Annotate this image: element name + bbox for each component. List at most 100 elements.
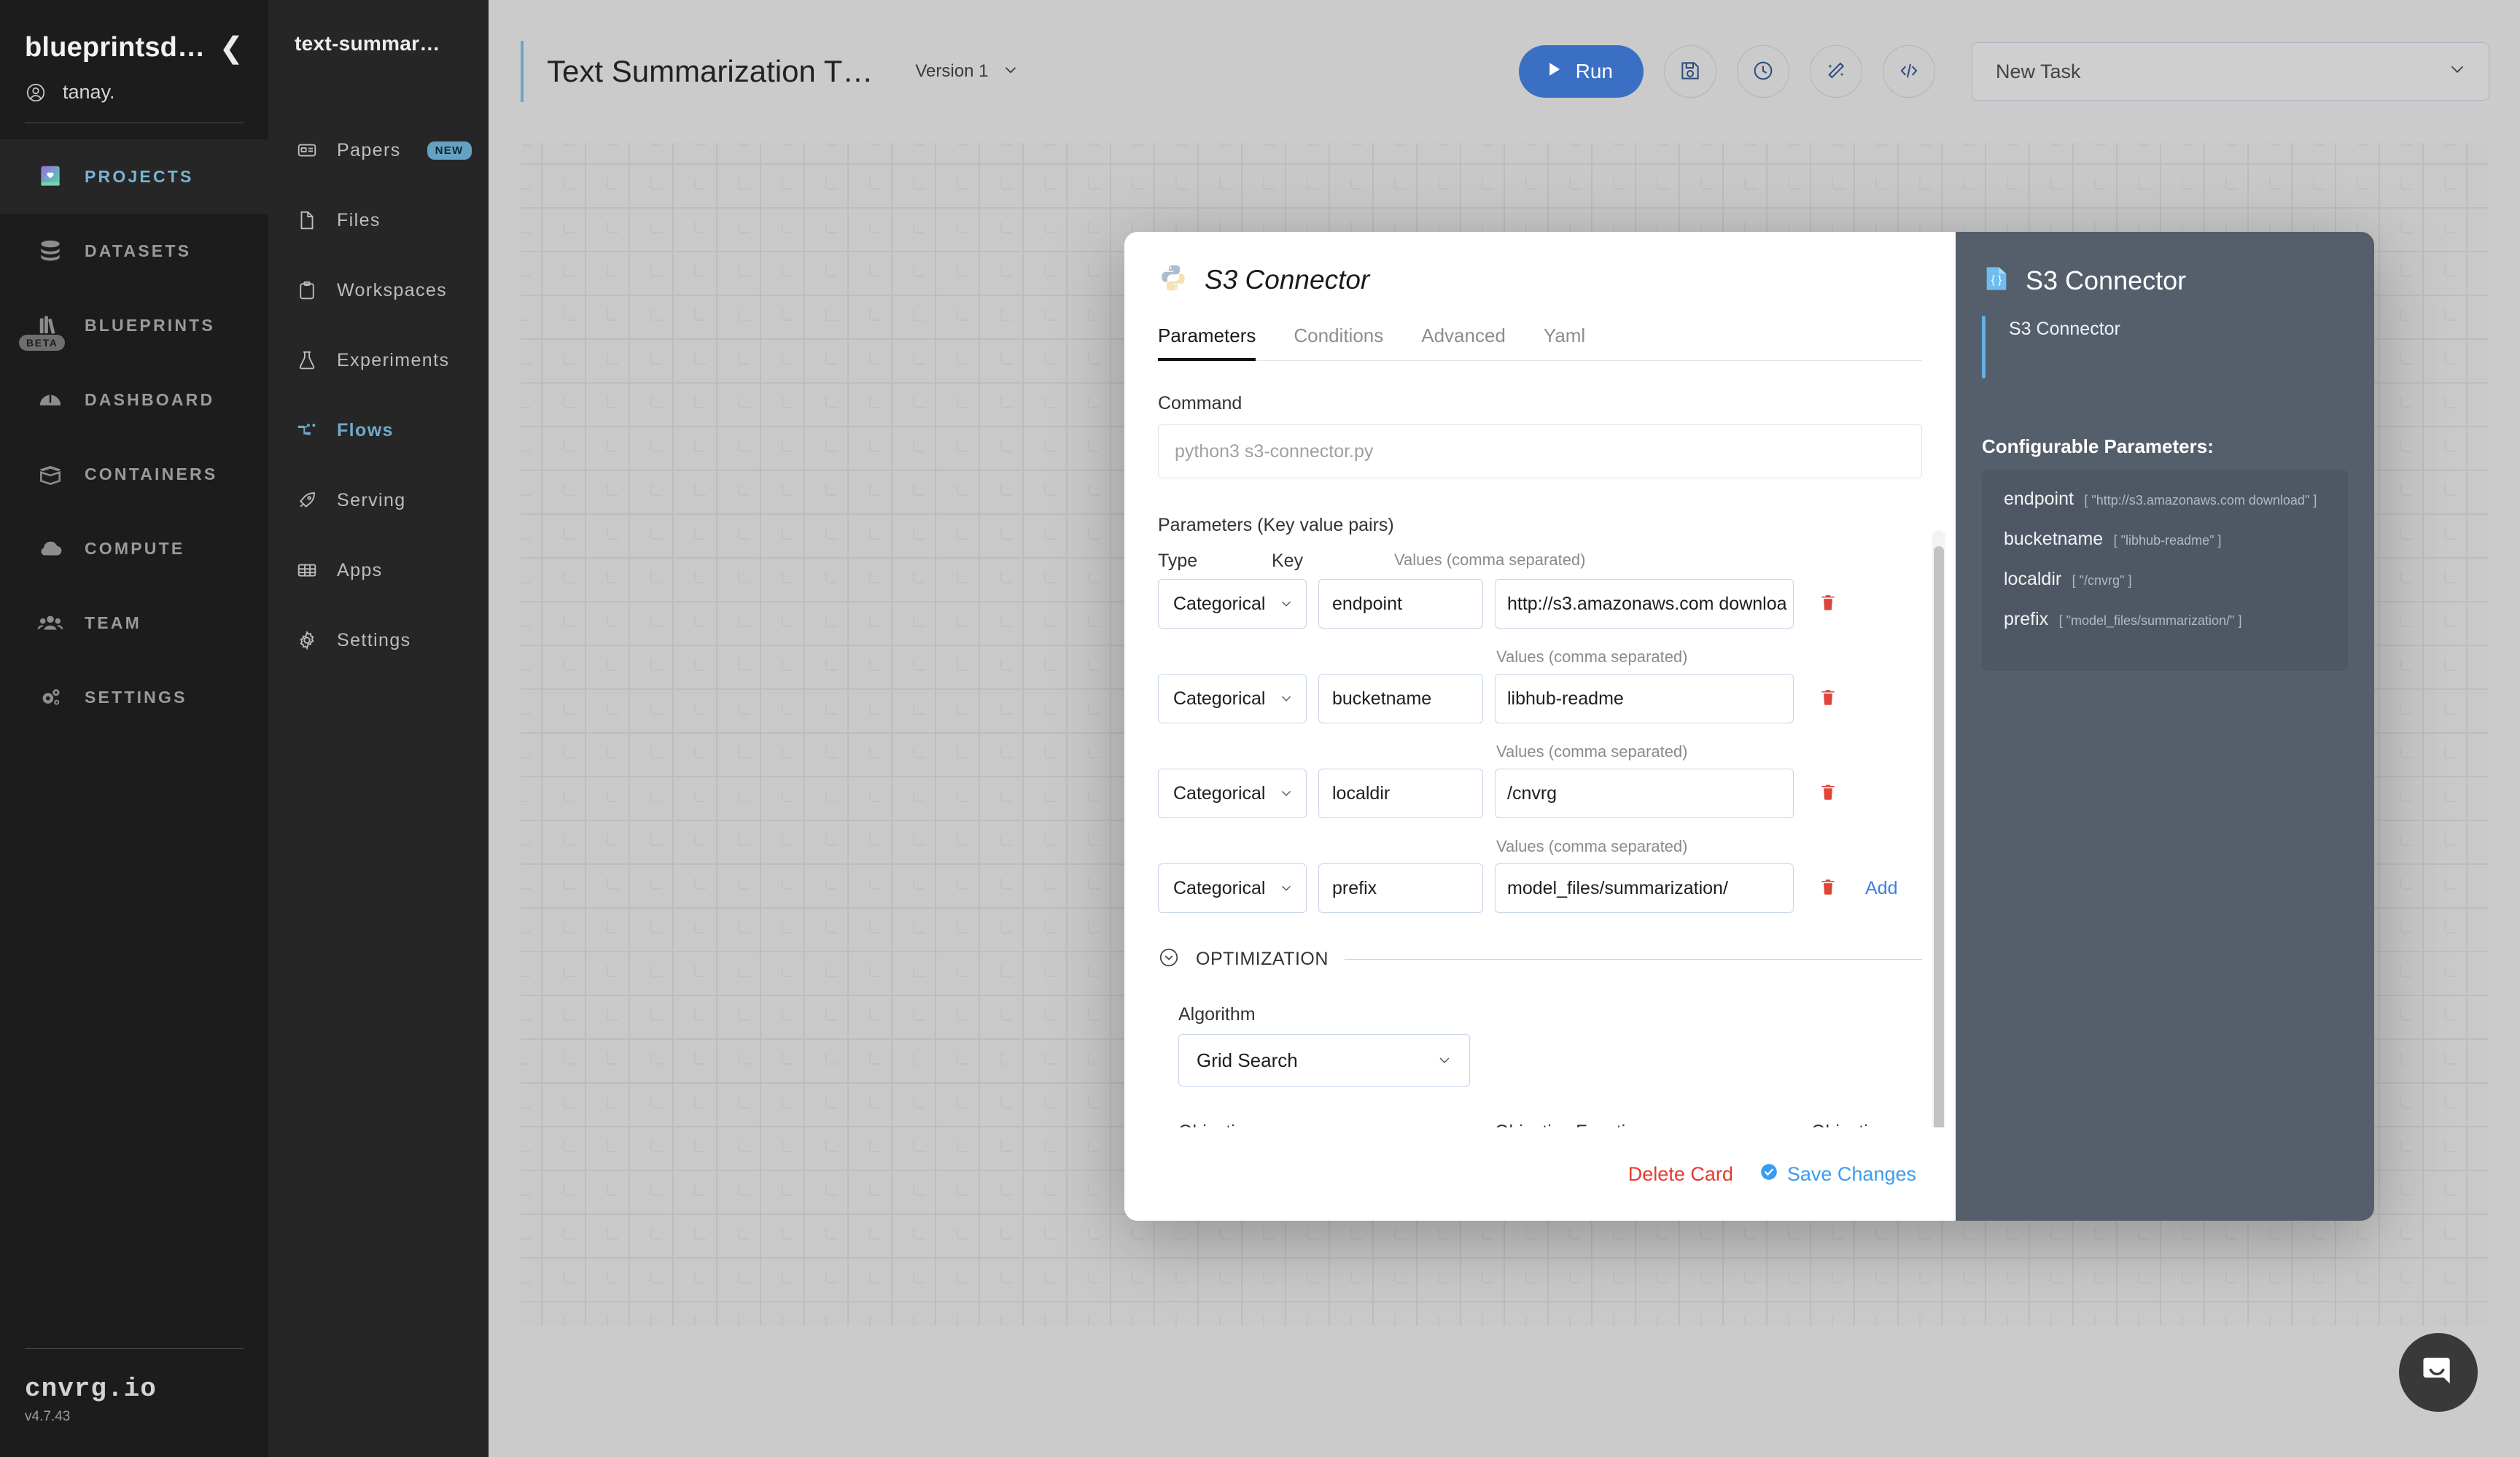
modal-scrollbar-track[interactable]: [1932, 530, 1945, 1127]
card-editor-modal: S3 Connector Parameters Conditions Advan…: [1124, 232, 2374, 1221]
chevron-down-icon: [1282, 790, 1291, 796]
configurable-parameters-box: endpoint [ "http://s3.amazonaws.com down…: [1982, 470, 2348, 671]
user-row[interactable]: tanay.: [0, 63, 268, 104]
param-values-input[interactable]: model_files/summarization/: [1495, 863, 1794, 913]
sidebar-item-label: Papers: [337, 139, 401, 160]
sidebar-item-label: BLUEPRINTS: [85, 315, 215, 335]
param-key-input[interactable]: endpoint: [1318, 579, 1483, 629]
chat-bubble-icon: [2417, 1350, 2459, 1396]
sidebar-item-files[interactable]: Files: [268, 185, 489, 255]
delete-param-icon[interactable]: [1819, 781, 1838, 807]
param-type-select[interactable]: Categorical: [1158, 579, 1307, 629]
save-icon-button[interactable]: [1664, 45, 1716, 98]
param-values-input[interactable]: libhub-readme: [1495, 674, 1794, 723]
param-row: Categorical endpoint http://s3.amazonaws…: [1158, 579, 1922, 629]
sidebar-footer: cnvrg.io v4.7.43: [0, 1348, 268, 1425]
chevron-down-icon: [2446, 58, 2468, 85]
save-changes-button[interactable]: Save Changes: [1759, 1162, 1916, 1186]
save-icon: [1679, 59, 1702, 85]
param-type-value: Categorical: [1173, 688, 1266, 709]
history-icon-button[interactable]: [1737, 45, 1789, 98]
param-key-input[interactable]: localdir: [1318, 769, 1483, 818]
optimization-section-header[interactable]: OPTIMIZATION: [1158, 947, 1922, 972]
svg-text:{ }: { }: [1991, 274, 2002, 287]
box-icon: [35, 459, 66, 489]
flow-icon: [295, 418, 319, 443]
modal-body: Command python3 s3-connector.py Paramete…: [1124, 361, 1956, 1127]
sidebar-item-containers[interactable]: CONTAINERS: [0, 437, 268, 511]
add-param-link[interactable]: Add: [1865, 878, 1897, 899]
version-selector[interactable]: Version 1: [915, 61, 1020, 83]
description-accent-bar: [1982, 316, 1986, 378]
sidebar-item-workspaces[interactable]: Workspaces: [268, 255, 489, 325]
tab-advanced[interactable]: Advanced: [1421, 325, 1506, 360]
algorithm-select[interactable]: Grid Search: [1178, 1034, 1470, 1087]
sidebar-item-papers[interactable]: Papers NEW: [268, 115, 489, 185]
sidebar-item-serving[interactable]: Serving: [268, 465, 489, 535]
sidebar-item-dashboard[interactable]: DASHBOARD: [0, 362, 268, 437]
collapse-sidebar-icon[interactable]: ❮: [219, 34, 244, 63]
config-param-value: [ "http://s3.amazonaws.com download" ]: [2084, 493, 2317, 508]
sidebar-item-label: Apps: [337, 559, 383, 580]
cloud-icon: [35, 533, 66, 564]
gears-icon: [35, 682, 66, 712]
footer-divider: [25, 1348, 244, 1349]
delete-param-icon[interactable]: [1819, 591, 1838, 617]
delete-card-button[interactable]: Delete Card: [1628, 1163, 1733, 1186]
sidebar-item-projects[interactable]: PROJECTS: [0, 139, 268, 214]
objective-function-label: Objective Function: [1495, 1122, 1794, 1127]
param-type-select[interactable]: Categorical: [1158, 769, 1307, 818]
param-key-input[interactable]: bucketname: [1318, 674, 1483, 723]
configurable-parameters-label: Configurable Parameters:: [1982, 435, 2214, 457]
param-type-select[interactable]: Categorical: [1158, 863, 1307, 913]
chevron-down-icon: [1282, 885, 1291, 891]
title-accent-bar: [521, 41, 524, 102]
user-name: tanay.: [63, 81, 115, 103]
run-button[interactable]: Run: [1518, 45, 1644, 98]
code-icon-button[interactable]: [1883, 45, 1935, 98]
sidebar-item-project-settings[interactable]: Settings: [268, 605, 489, 675]
sidebar-item-team[interactable]: TEAM: [0, 586, 268, 660]
command-input[interactable]: python3 s3-connector.py: [1158, 424, 1922, 478]
chevron-down-circle-icon: [1158, 947, 1180, 972]
play-icon: [1544, 59, 1564, 85]
sidebar-item-experiments[interactable]: Experiments: [268, 325, 489, 395]
sidebar-item-compute[interactable]: COMPUTE: [0, 511, 268, 586]
delete-param-icon[interactable]: [1819, 686, 1838, 712]
primary-sidebar: blueprintsd… ❮ tanay. PROJECTS DATASETS: [0, 0, 268, 1457]
task-select[interactable]: New Task: [1972, 42, 2489, 101]
param-type-select[interactable]: Categorical: [1158, 674, 1307, 723]
sidebar-item-blueprints[interactable]: BETA BLUEPRINTS: [0, 288, 268, 362]
modal-scrollbar-thumb[interactable]: [1934, 546, 1944, 1127]
delete-param-icon[interactable]: [1819, 876, 1838, 901]
sidebar-item-flows[interactable]: Flows: [268, 395, 489, 465]
page-title: Text Summarization T…: [547, 54, 874, 88]
tab-yaml[interactable]: Yaml: [1544, 325, 1585, 360]
run-button-label: Run: [1575, 60, 1613, 82]
sidebar-item-apps[interactable]: Apps: [268, 535, 489, 605]
chevron-down-icon: [1282, 601, 1291, 607]
info-panel-description: S3 Connector: [2009, 319, 2120, 339]
magic-icon-button[interactable]: [1810, 45, 1862, 98]
chat-support-button[interactable]: [2399, 1333, 2478, 1412]
app-root: blueprintsd… ❮ tanay. PROJECTS DATASETS: [0, 0, 2520, 1457]
column-header-key: Key: [1272, 551, 1304, 571]
info-panel-title: S3 Connector: [2026, 265, 2187, 295]
task-select-value: New Task: [1996, 60, 2081, 82]
column-header-values: Values (comma separated): [1394, 551, 1586, 569]
sidebar-item-label: SETTINGS: [85, 687, 187, 707]
tab-conditions[interactable]: Conditions: [1294, 325, 1383, 360]
sidebar-item-settings[interactable]: SETTINGS: [0, 660, 268, 734]
sidebar-item-datasets[interactable]: DATASETS: [0, 214, 268, 288]
chevron-down-icon: [1439, 1057, 1450, 1064]
param-values-input[interactable]: /cnvrg: [1495, 769, 1794, 818]
project-title: text-summar…: [295, 32, 440, 55]
user-icon: [26, 83, 45, 101]
tab-parameters[interactable]: Parameters: [1158, 325, 1256, 361]
param-row: Categorical prefix model_files/summariza…: [1158, 863, 1922, 913]
values-label: Values (comma separated): [1496, 742, 1688, 761]
config-param-value: [ "libhub-readme" ]: [2113, 533, 2222, 548]
param-key-input[interactable]: prefix: [1318, 863, 1483, 913]
chevron-down-icon: [1282, 696, 1291, 702]
param-values-input[interactable]: http://s3.amazonaws.com downloa: [1495, 579, 1794, 629]
